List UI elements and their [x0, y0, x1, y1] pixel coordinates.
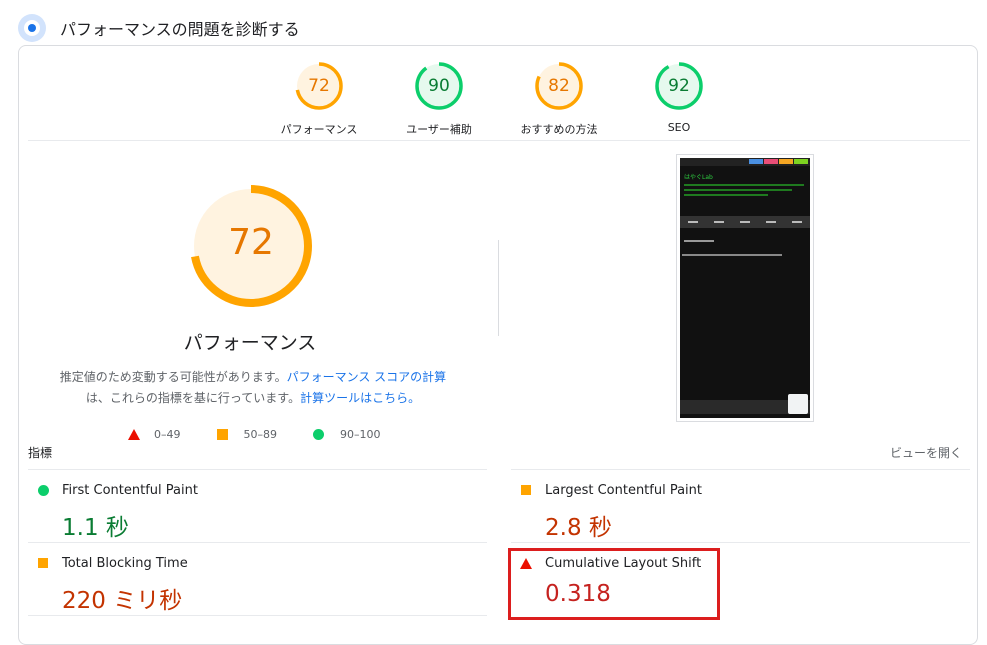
legend-average: 50–89	[243, 427, 278, 441]
score-description: 推定値のため変動する可能性があります。パフォーマンス スコアの計算は、これらの指…	[48, 367, 458, 409]
legend-pass: 90–100	[340, 427, 381, 441]
metric-value: 220 ミリ秒	[62, 588, 183, 614]
pass-circle-icon	[37, 484, 49, 496]
average-square-icon	[521, 485, 531, 495]
average-square-icon	[38, 558, 48, 568]
gauge-score: 82	[548, 76, 570, 96]
description-text: 推定値のため変動する可能性があります。	[59, 370, 287, 384]
metric-name: Total Blocking Time	[62, 555, 188, 571]
metrics-heading: 指標	[28, 446, 53, 460]
divider	[28, 615, 487, 616]
section-title: パフォーマンスの問題を診断する	[60, 20, 300, 39]
main-gauge-score: 72	[228, 222, 274, 263]
page-screenshot-thumbnail[interactable]: はやぐLab	[676, 154, 814, 422]
gauge-score: 90	[428, 76, 450, 96]
divider	[28, 140, 970, 141]
legend-fail: 0–49	[154, 427, 181, 441]
metric-name: Largest Contentful Paint	[545, 482, 703, 498]
divider	[28, 469, 487, 470]
metric-tbt: Total Blocking Time 220 ミリ秒	[36, 555, 188, 615]
lighthouse-icon	[18, 14, 46, 42]
gauge-seo[interactable]: 92 SEO	[614, 60, 744, 134]
recaptcha-icon	[788, 394, 808, 414]
gauge-ring: 90	[413, 60, 465, 112]
screenshot-content: はやぐLab	[680, 158, 810, 418]
pass-circle-icon	[313, 428, 324, 440]
metric-value: 2.8 秒	[545, 515, 612, 541]
average-square-icon	[216, 428, 228, 440]
divider	[28, 542, 487, 543]
gauge-label: SEO	[667, 121, 691, 134]
vertical-divider	[498, 240, 499, 336]
metric-value: 1.1 秒	[62, 515, 129, 541]
calculator-link[interactable]: 計算ツールはこちら。	[300, 391, 420, 405]
description-text: は、これらの指標を基に行っています。	[85, 391, 301, 405]
metric-lcp: Largest Contentful Paint 2.8 秒	[519, 482, 702, 542]
view-toggle-button[interactable]: ビューを開く	[890, 444, 962, 461]
gauge-performance[interactable]: 72 パフォーマンス	[254, 60, 384, 137]
divider	[511, 542, 970, 543]
main-performance-gauge: 72	[188, 183, 314, 309]
section-header: パフォーマンスの問題を診断する	[18, 12, 300, 44]
gauge-label: ユーザー補助	[406, 123, 472, 136]
gauge-label: パフォーマンス	[280, 123, 358, 136]
gauge-ring: 82	[533, 60, 585, 112]
gauge-score: 72	[308, 76, 330, 96]
score-calculation-link[interactable]: パフォーマンス スコアの計算	[287, 370, 447, 384]
metric-fcp: First Contentful Paint 1.1 秒	[36, 482, 198, 542]
gauge-score: 92	[668, 76, 690, 96]
gauge-accessibility[interactable]: 90 ユーザー補助	[374, 60, 504, 137]
gauge-ring: 72	[293, 60, 345, 112]
highlight-box	[508, 548, 720, 620]
thumbnail-site-title: はやぐLab	[684, 174, 713, 181]
score-legend: 0–49 50–89 90–100	[128, 426, 417, 442]
divider	[511, 469, 970, 470]
gauge-label: おすすめの方法	[520, 123, 598, 136]
gauge-ring: 92	[653, 60, 705, 112]
fail-triangle-icon	[128, 428, 140, 440]
gauge-best-practices[interactable]: 82 おすすめの方法	[494, 60, 624, 137]
main-gauge-label: パフォーマンス	[183, 332, 317, 354]
category-gauges: 72 パフォーマンス 90 ユーザー補助 82 おすすめの方法 92 SEO	[0, 60, 987, 142]
metric-name: First Contentful Paint	[62, 482, 198, 498]
